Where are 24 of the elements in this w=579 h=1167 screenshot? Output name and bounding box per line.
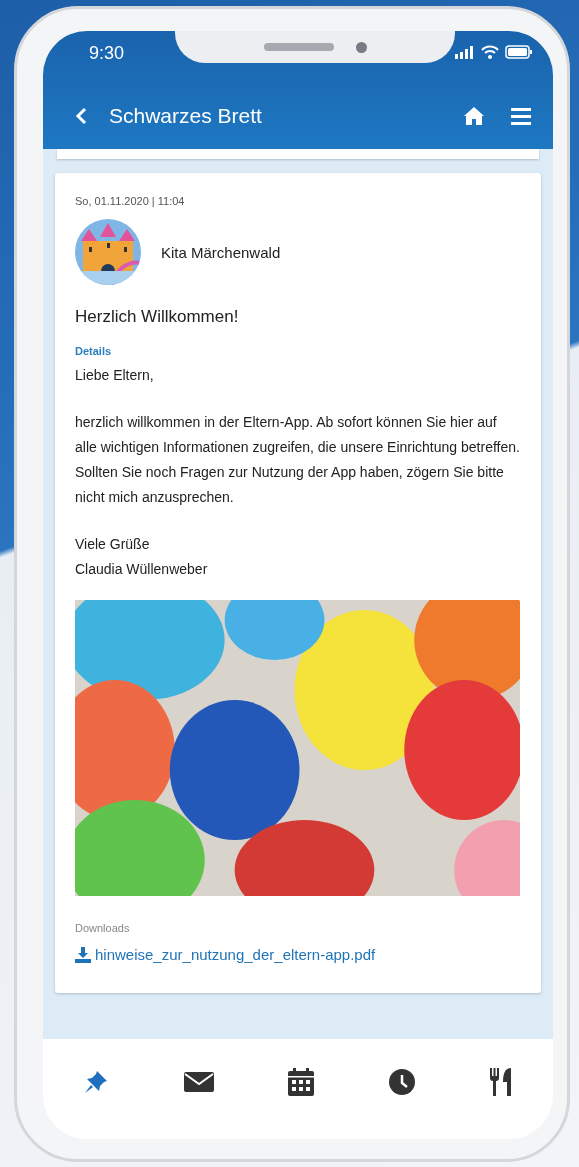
clock-icon [388, 1069, 415, 1095]
download-link[interactable]: hinweise_zur_nutzung_der_eltern-app.pdf [75, 946, 520, 963]
menu-icon [511, 107, 531, 125]
page-title: Schwarzes Brett [109, 104, 262, 128]
signal-icon [455, 45, 475, 59]
post-date: So, 01.11.2020 | 11:04 [75, 195, 186, 207]
download-icon [75, 946, 91, 963]
downloads-label: Downloads [75, 922, 131, 934]
closing-line: Claudia Wüllenweber [75, 560, 209, 579]
calendar-icon [288, 1068, 314, 1096]
author-name: Kita Märchenwald [161, 243, 281, 261]
wifi-icon [481, 45, 499, 59]
pin-icon [83, 1069, 109, 1095]
section-label: Details [75, 345, 113, 357]
closing-line: Viele Grüße [75, 535, 151, 554]
status-time: 9:30 [89, 43, 126, 64]
fork-knife-icon [489, 1068, 513, 1096]
greeting-text: Liebe Eltern, [75, 366, 155, 385]
chevron-left-icon [75, 107, 87, 125]
post-title: Herzlich Willkommen! [75, 307, 240, 327]
message-paragraph: herzlich willkommen in der Eltern-App. Ab sofort können Sie hier auf alle wichtigen Informationen zugreifen, die unsere Einrichtung betreffen. Sollten Sie noch Fragen zur Nutzung der App haben, zögern Sie bitte nicht mich anzusprechen. [75, 413, 520, 507]
envelope-icon [183, 1070, 214, 1094]
battery-icon [505, 45, 533, 59]
home-icon [463, 106, 485, 126]
